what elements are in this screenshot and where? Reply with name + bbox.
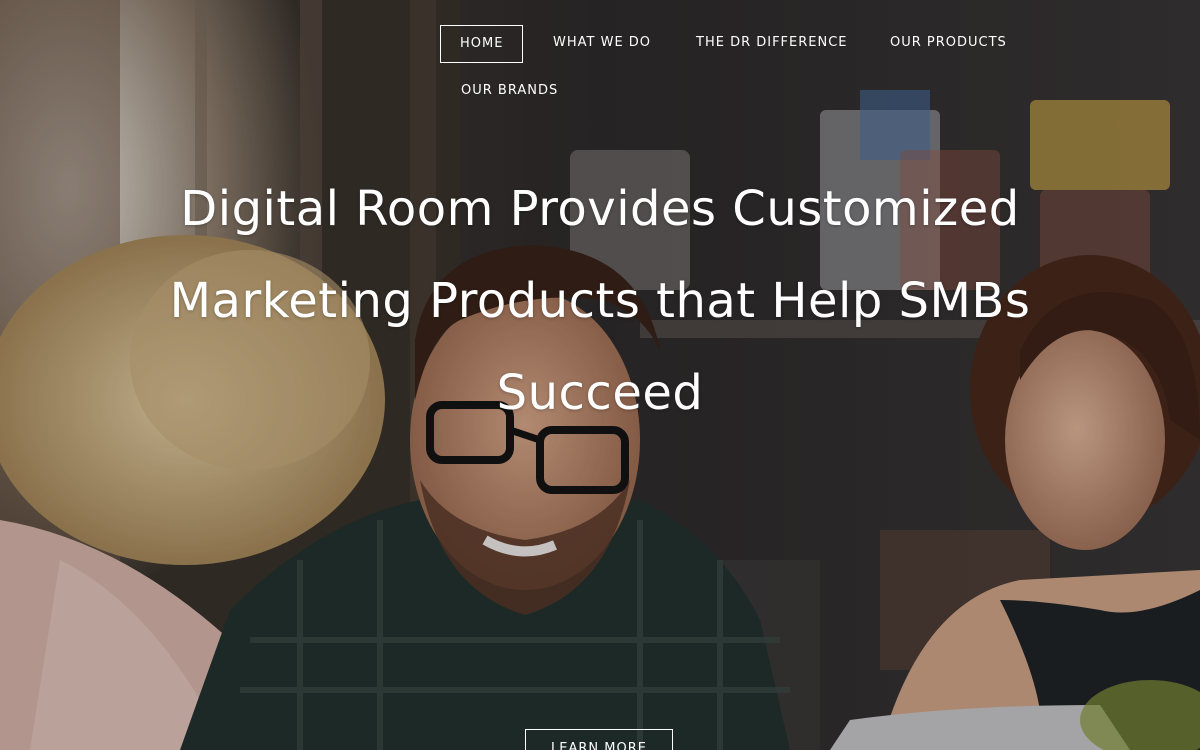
main-navigation: HOME WHAT WE DO THE DR DIFFERENCE OUR PR… bbox=[440, 25, 1060, 121]
nav-item-our-brands[interactable]: OUR BRANDS bbox=[461, 73, 558, 109]
nav-item-our-products[interactable]: OUR PRODUCTS bbox=[890, 25, 1007, 61]
learn-more-button[interactable]: LEARN MORE bbox=[525, 729, 673, 750]
hero-section: HOME WHAT WE DO THE DR DIFFERENCE OUR PR… bbox=[0, 0, 1200, 750]
nav-item-dr-difference[interactable]: THE DR DIFFERENCE bbox=[696, 25, 848, 61]
hero-headline: Digital Room Provides Customized Marketi… bbox=[169, 181, 1031, 421]
nav-item-what-we-do[interactable]: WHAT WE DO bbox=[553, 25, 651, 61]
nav-item-home[interactable]: HOME bbox=[440, 25, 524, 63]
